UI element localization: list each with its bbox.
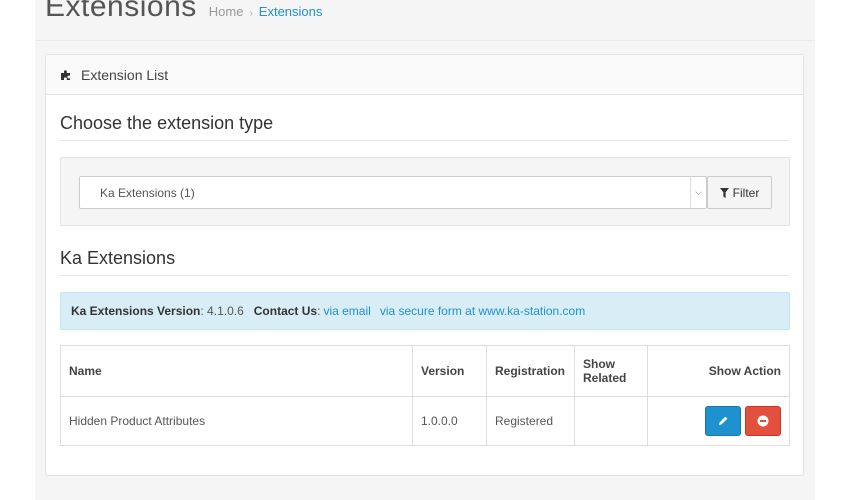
- column-header-name: Name: [60, 345, 413, 397]
- table-header-row: Name Version Registration Show Related S…: [60, 345, 790, 397]
- filter-icon: [719, 187, 729, 198]
- section-divider: [60, 140, 789, 141]
- show-related-line-2: Related: [583, 371, 627, 385]
- breadcrumb: Home › Extensions: [209, 4, 323, 19]
- filter-well: Ka Extensions (1) ⌵ Filter: [60, 157, 790, 226]
- cell-version: 1.0.0.0: [412, 396, 487, 446]
- show-related-line-1: Show: [583, 357, 615, 371]
- section-divider: [60, 275, 789, 276]
- table-row: Hidden Product Attributes 1.0.0.0 Regist…: [60, 396, 790, 446]
- ka-extensions-heading: Ka Extensions: [60, 248, 176, 268]
- column-header-show-action: Show Action: [647, 345, 790, 397]
- cell-related: [574, 396, 648, 446]
- contact-form-link[interactable]: via secure form at www.ka-station.com: [380, 304, 585, 318]
- header-divider: [35, 40, 815, 41]
- contact-separator: :: [317, 304, 321, 318]
- filter-button[interactable]: Filter: [707, 176, 772, 209]
- breadcrumb-home[interactable]: Home: [209, 4, 244, 19]
- chevron-down-icon[interactable]: ⌵: [690, 177, 706, 208]
- panel-heading: Extension List: [46, 55, 803, 95]
- panel-title: Extension List: [81, 66, 169, 83]
- version-value: : 4.1.0.6: [200, 304, 244, 318]
- extensions-table: Name Version Registration Show Related S…: [60, 345, 790, 446]
- extension-type-selected: Ka Extensions (1): [100, 185, 195, 200]
- cell-actions: [647, 396, 790, 446]
- page-title: Extensions: [45, 0, 197, 23]
- version-info-alert: Ka Extensions Version : 4.1.0.6 Contact …: [60, 292, 790, 330]
- breadcrumb-separator: ›: [249, 8, 253, 19]
- extension-list-panel: Extension List Choose the extension type…: [45, 54, 804, 476]
- contact-label: Contact Us: [253, 304, 318, 318]
- minus-circle-icon: [757, 415, 769, 427]
- column-header-registration: Registration: [486, 345, 575, 397]
- pencil-icon: [718, 416, 728, 425]
- contact-email-link[interactable]: via email: [323, 304, 370, 318]
- puzzle-piece-icon: [61, 70, 70, 80]
- breadcrumb-extensions[interactable]: Extensions: [259, 4, 323, 19]
- page-header: Extensions Home › Extensions: [45, 0, 322, 30]
- edit-button[interactable]: [704, 406, 741, 436]
- cell-name: Hidden Product Attributes: [60, 396, 413, 446]
- uninstall-button[interactable]: [745, 406, 781, 436]
- filter-button-label: Filter: [732, 185, 760, 200]
- cell-registration: Registered: [486, 396, 575, 446]
- column-header-version: Version: [412, 345, 487, 397]
- column-header-show-related: Show Related: [574, 345, 648, 397]
- extension-type-select[interactable]: Ka Extensions (1) ⌵: [79, 176, 707, 209]
- version-label: Ka Extensions Version: [71, 304, 201, 318]
- choose-type-heading: Choose the extension type: [60, 113, 274, 133]
